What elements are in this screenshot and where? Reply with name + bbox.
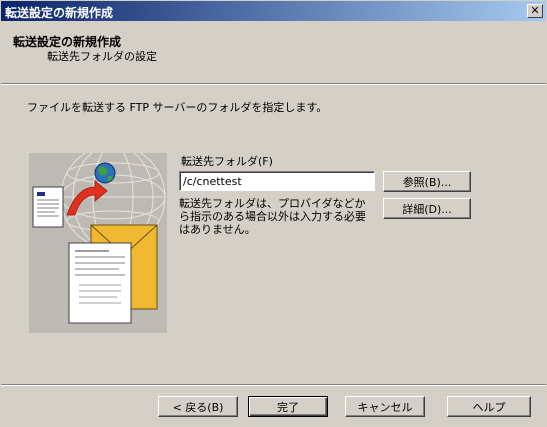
finish-button[interactable]: 完了 xyxy=(248,396,328,417)
close-button[interactable]: ✕ xyxy=(527,4,543,18)
cancel-button[interactable]: キャンセル xyxy=(345,396,425,417)
details-button[interactable]: 詳細(D)... xyxy=(383,198,471,219)
header-divider xyxy=(1,83,546,85)
details-button-label: 詳細(D)... xyxy=(402,202,452,216)
folder-note: 転送先フォルダは、プロバイダなどから指示のある場合以外は入力する必要はありません… xyxy=(179,197,366,236)
window-title: 転送設定の新規作成 xyxy=(5,6,114,20)
back-button[interactable]: < 戻る(B) xyxy=(158,396,238,417)
folder-label: 転送先フォルダ(F) xyxy=(181,155,273,168)
ftp-transfer-illustration xyxy=(29,144,167,333)
browse-button[interactable]: 参照(B)... xyxy=(383,171,471,192)
cancel-button-label: キャンセル xyxy=(357,400,413,414)
back-button-label: < 戻る(B) xyxy=(172,400,224,414)
large-document-icon xyxy=(68,242,132,324)
browse-button-label: 参照(B)... xyxy=(402,175,452,189)
wizard-header: 転送設定の新規作成 転送先フォルダの設定 xyxy=(1,21,546,83)
document-icon xyxy=(32,186,64,228)
help-button-label: ヘルプ xyxy=(472,400,506,414)
header-subtitle: 転送先フォルダの設定 xyxy=(47,50,157,63)
instruction-text: ファイルを転送する FTP サーバーのフォルダを指定します。 xyxy=(27,101,328,114)
close-icon: ✕ xyxy=(530,4,540,17)
finish-button-label: 完了 xyxy=(277,400,299,414)
globe-icon xyxy=(94,162,116,184)
help-button[interactable]: ヘルプ xyxy=(447,396,531,417)
title-bar[interactable]: 転送設定の新規作成 ✕ xyxy=(1,1,546,21)
illustration-graphic xyxy=(32,144,166,324)
wizard-dialog: 転送設定の新規作成 ✕ 転送設定の新規作成 転送先フォルダの設定 ファイルを転送… xyxy=(0,0,547,427)
footer-divider xyxy=(1,384,546,386)
folder-input[interactable] xyxy=(179,171,375,191)
